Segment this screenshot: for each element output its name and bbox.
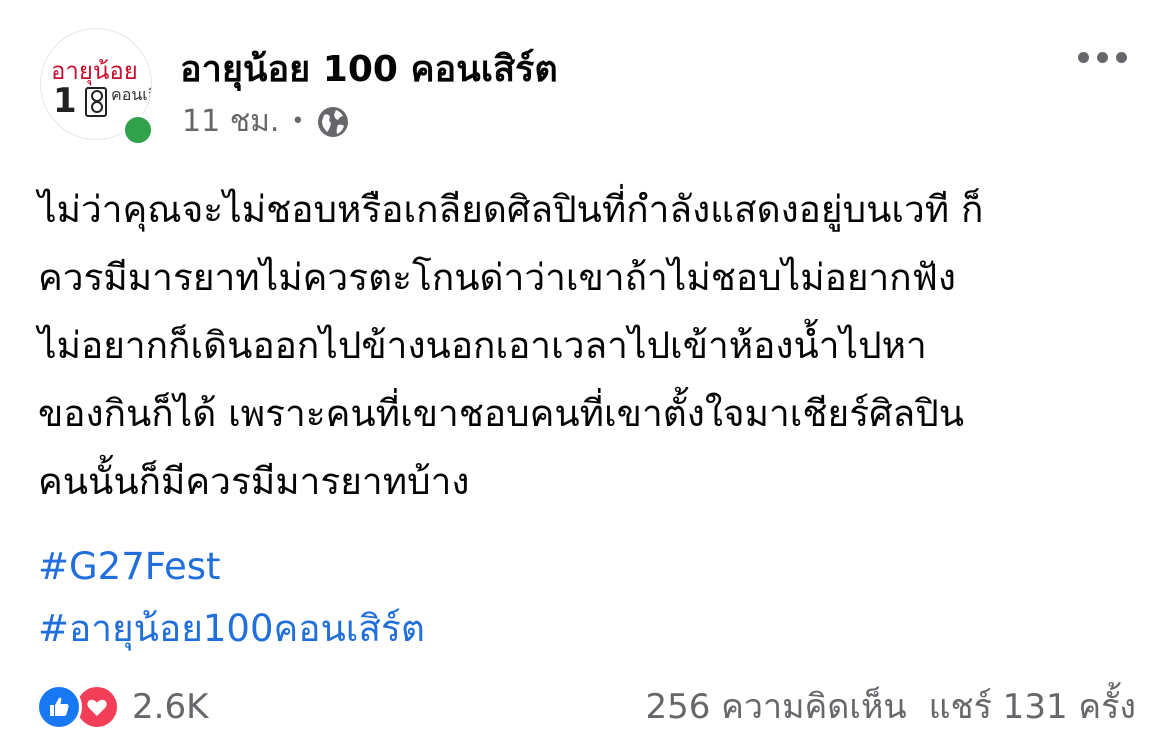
hashtag-link[interactable]: #G27Fest: [38, 536, 1138, 598]
more-options-icon[interactable]: [1078, 44, 1134, 70]
online-status-dot: [122, 114, 154, 146]
avatar-logo-side-text: คอนเสิร์ต: [111, 85, 151, 104]
more-dot: [1097, 51, 1108, 63]
page-name[interactable]: อายุน้อย 100 คอนเสิร์ต: [180, 40, 558, 97]
post-timestamp[interactable]: 11 ชม.: [182, 98, 279, 145]
facebook-post: อายุน้อย 1 คอนเสิร์ต อายุน้อย 100 คอนเสิ…: [0, 0, 1170, 746]
reaction-count: 2.6K: [132, 687, 209, 727]
avatar-logo-number: 1: [53, 81, 77, 121]
more-dot: [1078, 51, 1089, 63]
hashtag-link[interactable]: #อายุน้อย100คอนเสิร์ต: [38, 598, 1138, 660]
globe-icon[interactable]: [316, 105, 350, 139]
speaker-icon: [85, 87, 107, 117]
engagement-stats: 256 ความคิดเห็น แชร์ 131 ครั้ง: [645, 684, 1136, 730]
comments-count[interactable]: 256 ความคิดเห็น: [645, 684, 906, 730]
post-footer: 2.6K 256 ความคิดเห็น แชร์ 131 ครั้ง: [36, 684, 1136, 734]
meta-separator: •: [291, 109, 305, 134]
more-dot: [1116, 51, 1127, 63]
page-avatar[interactable]: อายุน้อย 1 คอนเสิร์ต: [40, 28, 154, 146]
shares-count[interactable]: แชร์ 131 ครั้ง: [929, 684, 1136, 730]
hashtag-list: #G27Fest #อายุน้อย100คอนเสิร์ต: [38, 536, 1138, 660]
reactions-summary[interactable]: 2.6K: [36, 684, 208, 730]
like-icon: [36, 684, 82, 730]
post-body-text: ไม่ว่าคุณจะไม่ชอบหรือเกลียดศิลปินที่กำลั…: [38, 188, 984, 503]
post-meta: 11 ชม. •: [182, 98, 350, 145]
